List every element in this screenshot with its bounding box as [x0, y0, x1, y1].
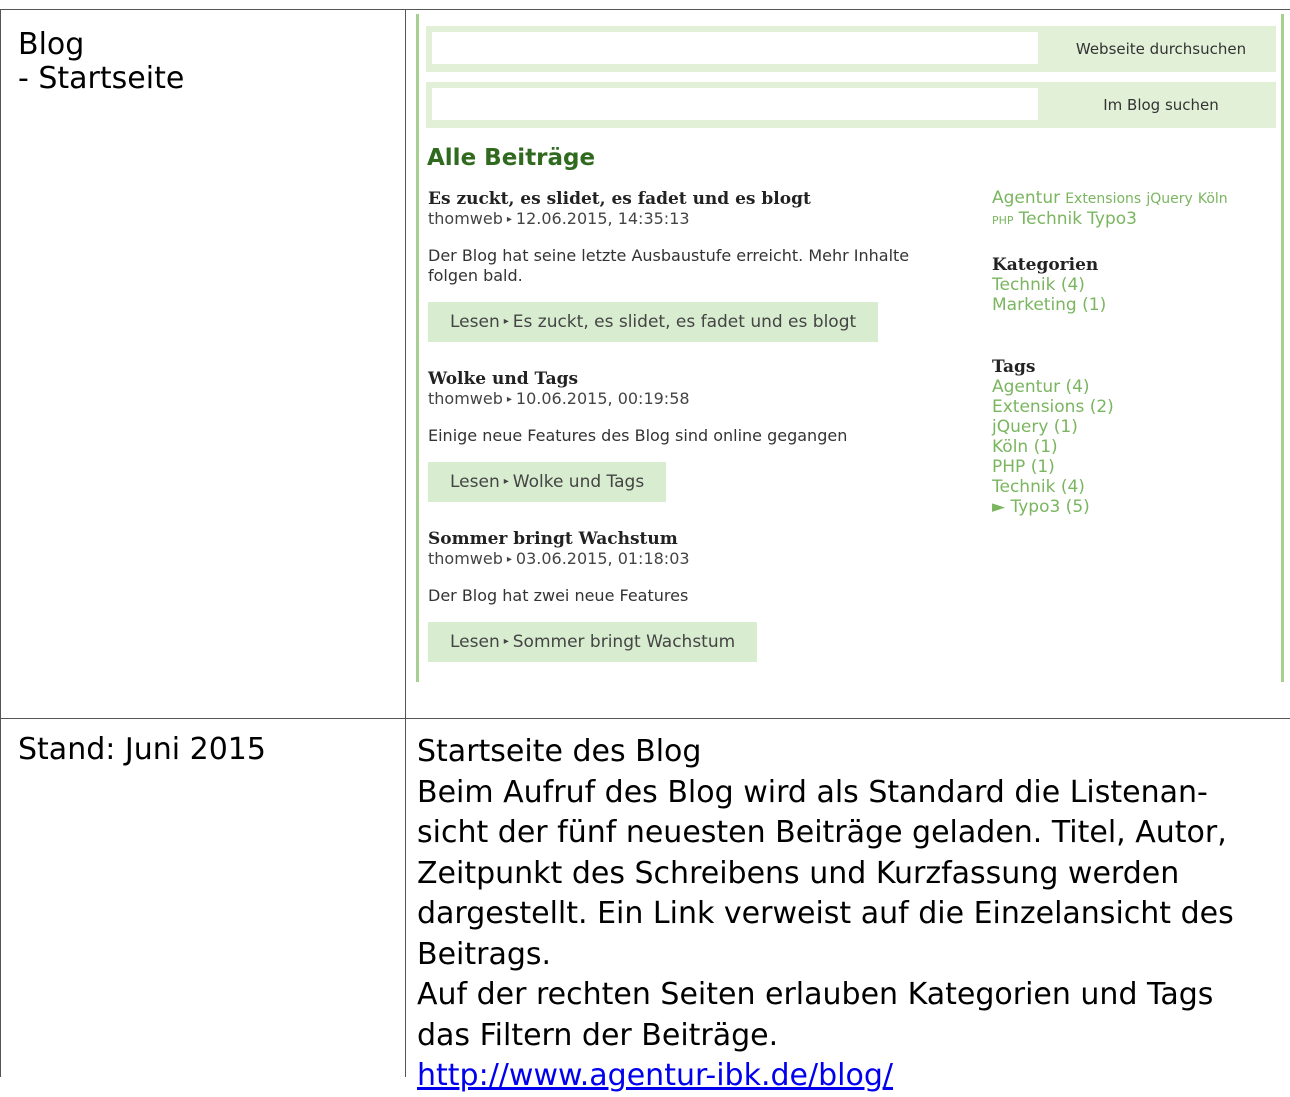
- post-excerpt: Der Blog hat zwei neue Features: [428, 586, 988, 606]
- post-author[interactable]: thomweb: [428, 549, 503, 568]
- excerpt-line: folgen bald.: [428, 265, 523, 285]
- blog-post: Sommer bringt Wachstum thomweb ▸ 03.06.201…: [428, 529, 988, 662]
- description-line: Auf der rechten Seiten erlauben Kategori…: [417, 977, 1214, 1012]
- tag-cloud-item[interactable]: Agentur: [992, 188, 1060, 208]
- post-title[interactable]: Sommer bringt Wachstum: [428, 529, 988, 549]
- read-label: Lesen: [450, 631, 500, 652]
- tag-cloud-item[interactable]: Köln: [1198, 191, 1228, 207]
- screenshot-left-border: [416, 14, 419, 682]
- tag-cloud: Agentur Extensions jQuery Köln PHP Techn…: [992, 188, 1272, 231]
- tag-link[interactable]: Extensions (2): [992, 397, 1272, 417]
- blog-sidebar: Agentur Extensions jQuery Köln PHP Techn…: [992, 188, 1272, 517]
- table-top-border: [0, 9, 1290, 10]
- screenshot-right-border: [1281, 14, 1284, 682]
- table-left-border: [0, 9, 1, 1077]
- blog-post: Es zuckt, es slidet, es fadet und es blo…: [428, 189, 988, 342]
- separator-arrow-icon: ▸: [503, 635, 509, 647]
- description-line: sicht der fünf neuesten Beiträge geladen…: [417, 815, 1227, 850]
- blog-search-button[interactable]: Im Blog suchen: [1046, 82, 1276, 128]
- description-line: Beim Aufruf des Blog wird als Standard d…: [417, 774, 1208, 810]
- read-more-button[interactable]: Lesen ▸ Sommer bringt Wachstum: [428, 621, 758, 662]
- document-description: Startseite des Blog Beim Aufruf des Blog…: [417, 732, 1287, 1097]
- excerpt-line: Der Blog hat zwei neue Features: [428, 585, 689, 605]
- post-title[interactable]: Wolke und Tags: [428, 369, 988, 389]
- blog-search-bar: Im Blog suchen: [426, 82, 1276, 128]
- post-date: 12.06.2015, 14:35:13: [515, 209, 690, 228]
- blog-url-link[interactable]: http://www.agentur-ibk.de/blog/: [417, 1058, 893, 1093]
- description-line: Beitrags.: [417, 936, 552, 972]
- blog-search-input[interactable]: [432, 88, 1038, 120]
- post-author[interactable]: thomweb: [428, 209, 503, 228]
- post-title[interactable]: Es zuckt, es slidet, es fadet und es blo…: [428, 189, 988, 209]
- document-date-stamp: Stand: Juni 2015: [18, 732, 266, 767]
- category-link[interactable]: Marketing (1): [992, 295, 1272, 315]
- section-title-line: Blog: [18, 27, 85, 62]
- tag-cloud-item[interactable]: Typo3: [1087, 209, 1137, 229]
- posts-heading: Alle Beiträge: [427, 145, 596, 171]
- post-author[interactable]: thomweb: [428, 389, 503, 408]
- tag-link[interactable]: jQuery (1): [992, 417, 1272, 437]
- separator-arrow-icon: ▸: [506, 213, 512, 225]
- table-row-divider: [0, 718, 1290, 719]
- description-line: dargestellt. Ein Link verweist auf die E…: [417, 896, 1234, 931]
- description-line: Zeitpunkt des Schreibens und Kurzfassung…: [417, 855, 1180, 891]
- post-meta: thomweb ▸ 10.06.2015, 00:19:58: [428, 389, 988, 410]
- tag-link[interactable]: Köln (1): [992, 437, 1272, 457]
- category-link[interactable]: Technik (4): [992, 275, 1272, 295]
- blog-screenshot: Webseite durchsuchen Im Blog suchen Alle…: [416, 14, 1286, 682]
- post-excerpt: Der Blog hat seine letzte Ausbaustufe er…: [428, 246, 988, 286]
- read-target: Es zuckt, es slidet, es fadet und es blo…: [512, 311, 857, 332]
- read-more-button[interactable]: Lesen ▸ Es zuckt, es slidet, es fadet und …: [428, 301, 879, 342]
- read-label: Lesen: [450, 471, 500, 492]
- tag-cloud-item[interactable]: PHP: [992, 214, 1014, 227]
- categories-heading: Kategorien: [992, 255, 1099, 275]
- post-date: 10.06.2015, 00:19:58: [515, 389, 690, 408]
- read-target: Sommer bringt Wachstum: [512, 631, 736, 652]
- tags-heading: Tags: [992, 357, 1036, 377]
- description-line: das Filtern der Beiträge.: [417, 1017, 779, 1053]
- tag-link[interactable]: Agentur (4): [992, 377, 1272, 397]
- post-meta: thomweb ▸ 03.06.2015, 01:18:03: [428, 549, 988, 570]
- read-more-button[interactable]: Lesen ▸ Wolke und Tags: [428, 461, 667, 502]
- separator-arrow-icon: ▸: [506, 393, 512, 405]
- description-line: Startseite des Blog: [417, 734, 702, 769]
- separator-arrow-icon: ▸: [503, 475, 509, 487]
- tag-cloud-item[interactable]: Extensions: [1065, 191, 1141, 207]
- section-subtitle-line: - Startseite: [18, 61, 185, 96]
- tag-cloud-item[interactable]: Technik: [1019, 209, 1082, 229]
- excerpt-line: Der Blog hat seine letzte Ausbaustufe er…: [428, 245, 910, 265]
- tag-cloud-item[interactable]: jQuery: [1146, 191, 1192, 207]
- site-search-button[interactable]: Webseite durchsuchen: [1046, 26, 1276, 72]
- post-date: 03.06.2015, 01:18:03: [515, 549, 690, 568]
- tag-link[interactable]: Technik (4): [992, 477, 1272, 497]
- document-section-title: Blog - Startseite: [18, 28, 184, 96]
- tag-link[interactable]: ► Typo3 (5): [992, 497, 1272, 517]
- excerpt-line: Einige neue Features des Blog sind onlin…: [428, 425, 848, 445]
- post-excerpt: Einige neue Features des Blog sind onlin…: [428, 426, 988, 446]
- site-search-bar: Webseite durchsuchen: [426, 26, 1276, 72]
- tag-link[interactable]: PHP (1): [992, 457, 1272, 477]
- post-meta: thomweb ▸ 12.06.2015, 14:35:13: [428, 209, 988, 230]
- read-target: Wolke und Tags: [512, 471, 645, 492]
- separator-arrow-icon: ▸: [503, 315, 509, 327]
- read-label: Lesen: [450, 311, 500, 332]
- separator-arrow-icon: ▸: [506, 553, 512, 565]
- table-column-divider: [405, 9, 406, 1077]
- site-search-input[interactable]: [432, 32, 1038, 64]
- blog-post: Wolke und Tags thomweb ▸ 10.06.2015, 00:19…: [428, 369, 988, 502]
